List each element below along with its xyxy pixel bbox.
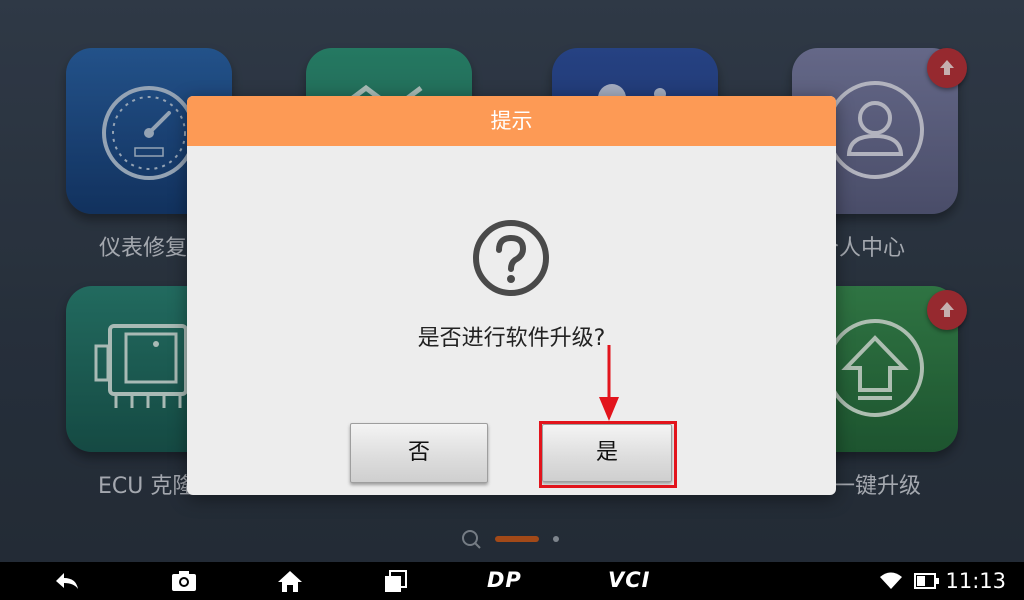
dp-button[interactable]: DP	[487, 568, 522, 592]
system-nav-bar: DP VCI 11:13	[0, 562, 1024, 600]
upgrade-confirm-dialog: 提示 是否进行软件升级? 否 是	[187, 96, 836, 495]
recent-apps-icon[interactable]	[382, 569, 408, 593]
vci-button[interactable]: VCI	[608, 568, 650, 592]
android-home-screen: 仪表修复 个人中心 ECU 克隆 一键升级 提示 是否进行软件升级? 否 是 D…	[0, 0, 1024, 600]
status-time: 11:13	[945, 569, 1006, 593]
home-icon[interactable]	[276, 569, 304, 593]
yes-button[interactable]: 是	[542, 424, 672, 482]
battery-icon	[914, 573, 939, 589]
dialog-message: 是否进行软件升级?	[417, 326, 606, 351]
camera-icon[interactable]	[170, 569, 198, 593]
wifi-icon	[880, 572, 902, 589]
dialog-title: 提示	[187, 96, 836, 146]
question-mark-icon	[473, 220, 549, 296]
back-icon[interactable]	[52, 569, 82, 593]
no-button[interactable]: 否	[350, 423, 488, 483]
annotation-arrow-icon	[599, 345, 619, 421]
